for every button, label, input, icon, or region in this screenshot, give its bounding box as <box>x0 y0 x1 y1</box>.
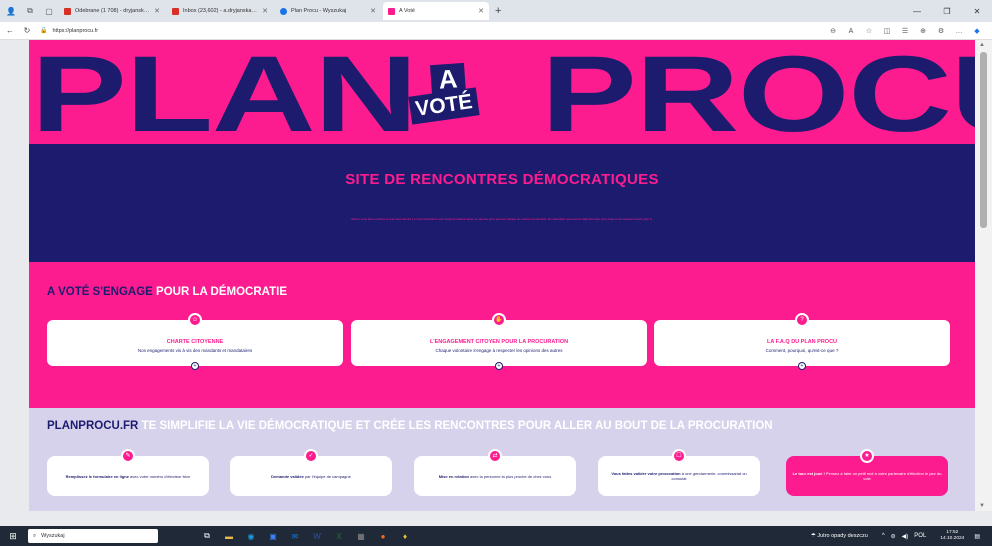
copilot-icon[interactable]: ◆ <box>968 24 986 38</box>
windows-taskbar: ⊞ ⌕ Wyszukaj ⧉ ▬ ◉ ▣ ✉ W X ▦ ● ♦ ☂ Jutro… <box>0 526 992 546</box>
clock[interactable]: 17:52 14.10.2024 <box>940 530 964 542</box>
tab-gmail-odebrane[interactable]: Odebrane (1 708) - dryjanska.ul... ✕ <box>59 2 165 20</box>
zoom-icon[interactable]: ⊖ <box>824 24 842 38</box>
check-icon: ✓ <box>304 449 318 463</box>
minimize-icon[interactable]: — <box>902 0 932 22</box>
extensions-icon[interactable]: ⚙ <box>932 24 950 38</box>
engage-heading: A VOTÉ S'ENGAGE POUR LA DÉMOCRATIE <box>47 286 288 298</box>
vote-icon: ★ <box>860 449 874 463</box>
steps-heading: PLANPROCU.FR TE SIMPLIFIE LA VIE DÉMOCRA… <box>47 420 773 432</box>
close-tab-icon[interactable]: ✕ <box>262 7 268 15</box>
tab-gmail-inbox[interactable]: Inbox (23,602) - a.dryjanska@uw... ✕ <box>167 2 273 20</box>
app-icon[interactable]: ▦ <box>352 526 370 546</box>
network-icon[interactable]: ⊜ <box>891 533 896 540</box>
hero-banner: PLAN PROCU A VOTÉ <box>29 40 975 144</box>
close-tab-icon[interactable]: ✕ <box>154 7 160 15</box>
mail-icon[interactable]: ✉ <box>286 526 304 546</box>
language-indicator[interactable]: POL <box>914 533 926 539</box>
expand-icon[interactable]: + <box>495 362 503 370</box>
gmail-icon <box>172 7 179 15</box>
close-tab-icon[interactable]: ✕ <box>370 7 376 15</box>
step-formulaire[interactable]: ✎ Remplissez le formulaire en ligne avec… <box>47 449 209 496</box>
task-view-icon[interactable]: ⧉ <box>198 526 216 546</box>
file-explorer-icon[interactable]: ▬ <box>220 526 238 546</box>
intro-section: SITE DE RENCONTRES DÉMOCRATIQUES Même so… <box>29 144 975 262</box>
favorites-icon[interactable]: ☰ <box>896 24 914 38</box>
steps-section: PLANPROCU.FR TE SIMPLIFIE LA VIE DÉMOCRA… <box>29 408 975 511</box>
system-tray: ☂ Jutro opady deszczu ^ ⊜ ◀) POL 17:52 1… <box>811 526 986 546</box>
scroll-thumb[interactable] <box>980 52 987 228</box>
restore-icon[interactable]: ❐ <box>932 0 962 22</box>
app-icon[interactable]: ♦ <box>396 526 414 546</box>
step-tour-joue[interactable]: ★ Le tour est joué ! Pensez à faire un p… <box>786 449 948 496</box>
intro-text: Même sous des nombres et sous des lois d… <box>351 217 653 221</box>
new-tab-icon[interactable]: + <box>495 5 501 17</box>
step-validee[interactable]: ✓ Demande validée par l'équipe de campag… <box>230 449 392 496</box>
edit-icon: ✎ <box>121 449 135 463</box>
collections-icon[interactable]: ⧉ <box>22 3 38 19</box>
split-screen-icon[interactable]: ◫ <box>878 24 896 38</box>
read-aloud-icon[interactable]: A <box>842 24 860 38</box>
tab-search[interactable]: Plan Procu - Wyszukaj ✕ <box>275 2 381 20</box>
more-icon[interactable]: … <box>950 24 968 38</box>
taskbar-search[interactable]: ⌕ Wyszukaj <box>28 529 158 543</box>
excel-icon[interactable]: X <box>330 526 348 546</box>
page-content: PLAN PROCU A VOTÉ SITE DE RENCONTRES DÉM… <box>29 40 975 511</box>
handshake-icon: ✋ <box>492 313 506 327</box>
card-faq[interactable]: ? LA F.A.Q DU PLAN PROCU Comment, pourqu… <box>654 313 950 370</box>
link-icon: ⇄ <box>488 449 502 463</box>
logo-word: VOTÉ <box>408 87 480 125</box>
step-procuration[interactable]: ☐ Vous faites valider votre procuration … <box>598 449 760 496</box>
edge-icon[interactable]: ◉ <box>242 526 260 546</box>
firefox-icon[interactable]: ● <box>374 526 392 546</box>
store-icon[interactable]: ▣ <box>264 526 282 546</box>
charter-icon: ☺ <box>188 313 202 327</box>
lock-icon[interactable]: 🔒 <box>40 27 47 34</box>
avote-logo[interactable]: A VOTÉ <box>404 62 488 136</box>
back-icon[interactable]: ← <box>3 24 17 38</box>
tray-expand-icon[interactable]: ^ <box>882 533 885 539</box>
word-icon[interactable]: W <box>308 526 326 546</box>
close-tab-icon[interactable]: ✕ <box>478 7 484 15</box>
profile-icon[interactable]: 👤 <box>3 3 19 19</box>
avote-icon <box>388 7 395 15</box>
windows-start-icon[interactable]: ⊞ <box>4 526 22 546</box>
browser-toolbar: ⊖ A ☆ ◫ ☰ ⊕ ⚙ … ◆ <box>824 24 986 38</box>
browser-window: 👤 ⧉ ▢ Odebrane (1 708) - dryjanska.ul...… <box>0 0 992 546</box>
step-relation[interactable]: ⇄ Mise en relation avec la personne la p… <box>414 449 576 496</box>
card-engagement[interactable]: ✋ L'ENGAGEMENT CITOYEN POUR LA PROCURATI… <box>351 313 647 370</box>
faq-icon: ? <box>795 313 809 327</box>
collections-icon[interactable]: ⊕ <box>914 24 932 38</box>
tab-avote[interactable]: A Voté ✕ <box>383 2 489 20</box>
window-controls: — ❐ ✕ <box>902 0 992 22</box>
refresh-icon[interactable]: ↻ <box>20 24 34 38</box>
hero-word-left: PLAN <box>31 40 418 144</box>
search-icon: ⌕ <box>33 532 37 539</box>
hero-word-right: PROCU <box>541 40 975 144</box>
tab-actions-icon[interactable]: ▢ <box>41 3 57 19</box>
tab-bar: 👤 ⧉ ▢ Odebrane (1 708) - dryjanska.ul...… <box>0 0 992 22</box>
card-charte[interactable]: ☺ CHARTE CITOYENNE Nos engagements vis à… <box>47 313 343 370</box>
scroll-up-icon[interactable]: ▲ <box>979 42 985 48</box>
address-bar: ← ↻ 🔒 https://planprocu.fr ⊖ A ☆ ◫ ☰ ⊕ ⚙… <box>0 22 992 40</box>
search-icon <box>280 7 287 15</box>
favorite-star-icon[interactable]: ☆ <box>860 24 878 38</box>
page-scrollbar[interactable]: ▲ ▼ <box>975 40 992 511</box>
volume-icon[interactable]: ◀) <box>902 533 909 540</box>
weather-widget[interactable]: ☂ Jutro opady deszczu <box>811 533 868 539</box>
gmail-icon <box>64 7 71 15</box>
intro-title: SITE DE RENCONTRES DÉMOCRATIQUES <box>345 171 659 188</box>
stamp-icon: ☐ <box>672 449 686 463</box>
engage-section: A VOTÉ S'ENGAGE POUR LA DÉMOCRATIE ☺ CHA… <box>29 262 975 408</box>
expand-icon[interactable]: + <box>191 362 199 370</box>
expand-icon[interactable]: + <box>798 362 806 370</box>
scroll-down-icon[interactable]: ▼ <box>979 503 985 509</box>
url-field[interactable]: 🔒 https://planprocu.fr <box>40 27 98 35</box>
close-window-icon[interactable]: ✕ <box>962 0 992 22</box>
notifications-icon[interactable]: ▤ <box>974 533 980 540</box>
